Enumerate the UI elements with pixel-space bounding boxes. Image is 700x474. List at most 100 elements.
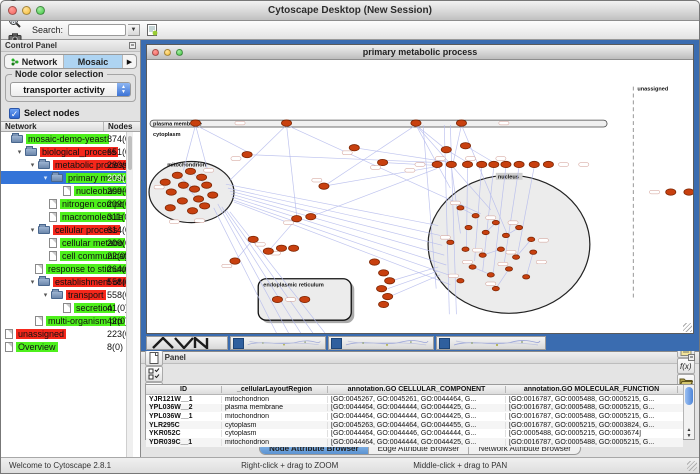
network-node[interactable] xyxy=(208,192,218,198)
table-row[interactable]: YKR052Ccytoplasm[GO:0044464, GO:0044446,… xyxy=(146,429,683,438)
network-node[interactable] xyxy=(166,189,176,195)
float-data-panel-icon[interactable] xyxy=(688,354,695,361)
network-node[interactable] xyxy=(281,120,291,126)
disclosure-triangle-icon[interactable]: ▾ xyxy=(27,161,38,169)
column-header-comp[interactable]: annotation.GO CELLULAR_COMPONENT xyxy=(328,386,506,393)
nodes-column-header[interactable]: Nodes xyxy=(104,122,132,131)
network-node[interactable] xyxy=(492,220,499,224)
network-node[interactable] xyxy=(530,250,537,254)
network-node[interactable] xyxy=(190,120,200,126)
network-node[interactable] xyxy=(492,286,499,290)
network-edge[interactable] xyxy=(390,275,441,297)
network-node[interactable] xyxy=(489,161,499,167)
network-edge[interactable] xyxy=(230,125,287,180)
network-node[interactable] xyxy=(465,225,472,229)
tree-item-primary-metabo[interactable]: ▾primary metabo209(... xyxy=(1,171,133,184)
network-node[interactable] xyxy=(202,182,212,188)
tree-scrollbar[interactable] xyxy=(126,132,133,457)
window-resize-grip[interactable] xyxy=(683,323,692,332)
network-node[interactable] xyxy=(379,270,389,276)
network-edge[interactable] xyxy=(327,125,416,184)
tab-mosaic[interactable]: Mosaic xyxy=(64,55,123,68)
tree-item-cellular-metabo[interactable]: cellular metabo209(0) xyxy=(1,236,133,249)
network-node[interactable] xyxy=(165,205,175,211)
network-node[interactable] xyxy=(432,161,442,167)
network-node[interactable] xyxy=(514,161,524,167)
network-edge[interactable] xyxy=(230,191,442,245)
network-edge[interactable] xyxy=(196,125,248,152)
minimized-network-window-3[interactable] xyxy=(328,336,434,350)
network-node[interactable] xyxy=(528,237,535,241)
network-canvas[interactable]: plasma membranecytoplasmmitochondrionnuc… xyxy=(147,60,693,333)
network-node[interactable] xyxy=(472,214,479,218)
network-node[interactable] xyxy=(200,203,210,209)
table-row[interactable]: YPL036W__1mitochondrion[GO:0044464, GO:0… xyxy=(146,412,683,421)
scrollbar-arrows[interactable]: ▲▼ xyxy=(684,427,694,439)
network-node[interactable] xyxy=(185,168,195,174)
tree-item-multi-organism-pro[interactable]: multi-organism pro42(0) xyxy=(1,314,133,327)
network-node[interactable] xyxy=(377,285,387,291)
network-node[interactable] xyxy=(383,293,393,299)
network-node[interactable] xyxy=(379,301,389,307)
new-attribute-icon[interactable] xyxy=(145,350,163,366)
network-edge[interactable] xyxy=(233,200,448,275)
network-node[interactable] xyxy=(385,278,395,284)
tree-item-unassigned[interactable]: unassigned223(0) xyxy=(1,327,133,340)
tree-item-establishment-of-lo[interactable]: ▾establishment of lo558(0) xyxy=(1,275,133,288)
network-node[interactable] xyxy=(462,247,469,251)
network-node[interactable] xyxy=(177,198,187,204)
network-edge[interactable] xyxy=(311,168,437,216)
minimized-network-window-2[interactable] xyxy=(230,336,326,350)
disclosure-triangle-icon[interactable]: ▾ xyxy=(14,148,25,156)
tree-item-response-to-stimulu[interactable]: response to stimulu264(0) xyxy=(1,262,133,275)
network-node[interactable] xyxy=(482,230,489,234)
network-node[interactable] xyxy=(501,161,511,167)
network-view-titlebar[interactable]: primary metabolic process xyxy=(147,45,693,60)
network-node[interactable] xyxy=(276,245,286,251)
network-edge[interactable] xyxy=(234,202,450,285)
search-input[interactable] xyxy=(68,24,126,36)
network-view-window[interactable]: primary metabolic process plasma membran… xyxy=(146,44,694,334)
network-node[interactable] xyxy=(487,273,494,277)
network-node[interactable] xyxy=(272,296,282,302)
tree-item-transport[interactable]: ▾transport558(0) xyxy=(1,288,133,301)
network-node[interactable] xyxy=(160,179,170,185)
network-node[interactable] xyxy=(477,161,487,167)
table-row[interactable]: YDR039C__1mitochondrion[GO:0044464, GO:0… xyxy=(146,438,683,447)
tree-item-nucleobase-[interactable]: nucleobase-209(0) xyxy=(1,184,133,197)
title-bar[interactable]: Cytoscape Desktop (New Session) xyxy=(1,1,699,21)
network-edge[interactable] xyxy=(383,162,438,165)
network-node[interactable] xyxy=(469,265,476,269)
network-node[interactable] xyxy=(666,189,676,195)
network-edge[interactable] xyxy=(218,204,289,333)
network-node[interactable] xyxy=(513,255,520,259)
network-node[interactable] xyxy=(187,208,197,214)
tree-item-metabolic-process[interactable]: ▾metabolic process280(0) xyxy=(1,158,133,171)
network-edge[interactable] xyxy=(416,125,446,150)
minimized-network-window-1[interactable] xyxy=(146,336,228,350)
network-node[interactable] xyxy=(462,161,472,167)
network-node[interactable] xyxy=(172,172,182,178)
tree-item-secretion[interactable]: secretion41(0) xyxy=(1,301,133,314)
more-tabs-button[interactable]: ▶ xyxy=(123,55,136,68)
network-node[interactable] xyxy=(189,186,199,192)
tree-item-cell-communicat[interactable]: cell communicat22(0) xyxy=(1,249,133,262)
select-attributes-icon[interactable] xyxy=(145,366,163,382)
network-node[interactable] xyxy=(242,151,252,157)
minimized-network-window-4[interactable] xyxy=(436,336,546,350)
network-node[interactable] xyxy=(479,253,486,257)
table-row[interactable]: YJR121W__1mitochondrion[GO:0045267, GO:0… xyxy=(146,395,683,404)
table-scrollbar[interactable]: ▲▼ xyxy=(683,385,694,439)
network-node[interactable] xyxy=(369,259,379,265)
network-node[interactable] xyxy=(230,258,240,264)
select-nodes-checkbox[interactable]: ✓ xyxy=(9,108,20,119)
app-resize-grip[interactable] xyxy=(687,461,697,471)
network-node[interactable] xyxy=(178,182,188,188)
network-node[interactable] xyxy=(456,120,466,126)
tree-item-cellular-process[interactable]: ▾cellular process614(0) xyxy=(1,223,133,236)
network-node[interactable] xyxy=(300,296,310,302)
tree-item-overview[interactable]: Overview8(0) xyxy=(1,340,133,353)
network-node[interactable] xyxy=(263,248,273,254)
network-node[interactable] xyxy=(447,240,454,244)
network-edge[interactable] xyxy=(324,166,437,186)
